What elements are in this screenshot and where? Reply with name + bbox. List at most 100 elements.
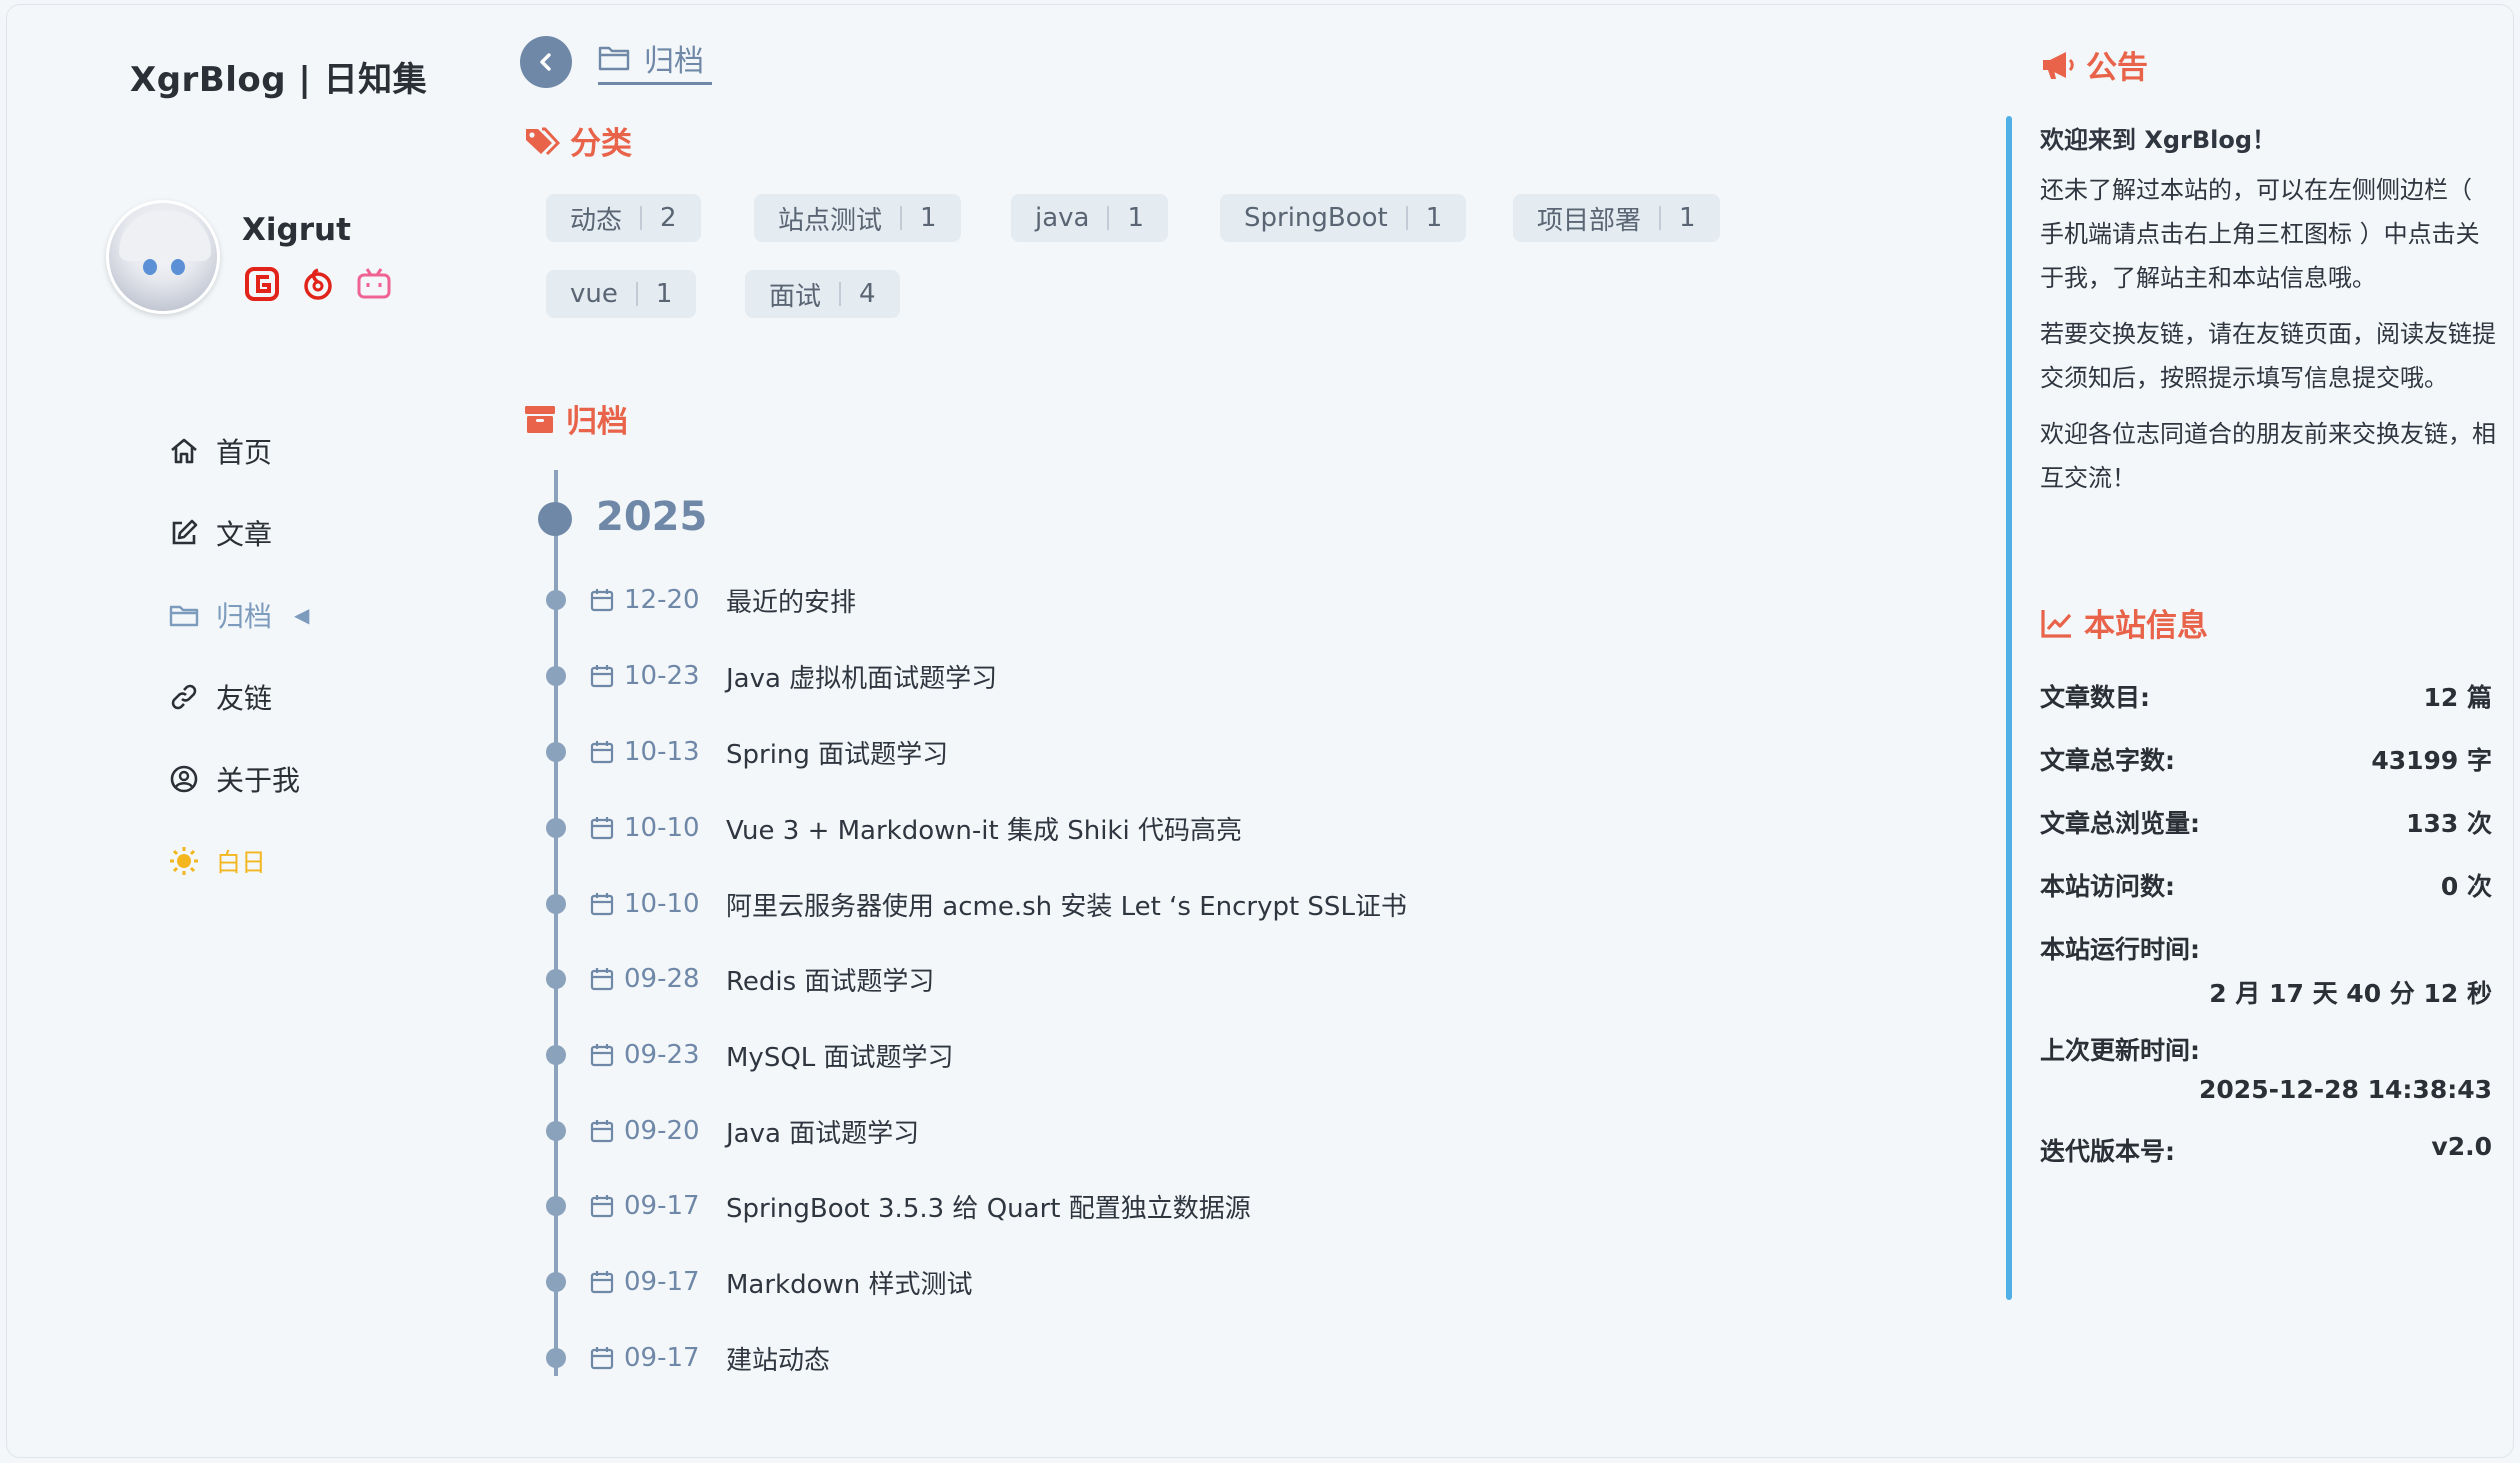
- post-title[interactable]: Markdown 样式测试: [726, 1264, 973, 1301]
- calendar-icon: [590, 665, 614, 688]
- sun-icon: [170, 847, 198, 875]
- archive-post[interactable]: 09-20 Java 面试题学习: [546, 1111, 919, 1151]
- nav-label: 归档: [216, 600, 273, 633]
- archive-post[interactable]: 09-17 SpringBoot 3.5.3 给 Quart 配置独立数据源: [546, 1186, 1251, 1226]
- notice-title: 公告: [2086, 50, 2148, 86]
- timeline-dot: [546, 1348, 566, 1368]
- archive-post[interactable]: 10-23 Java 虚拟机面试题学习: [546, 656, 997, 696]
- tags-icon: [526, 127, 560, 155]
- archive-post[interactable]: 09-28 Redis 面试题学习: [546, 959, 934, 999]
- timeline-dot: [546, 590, 566, 610]
- post-title[interactable]: Java 面试题学习: [726, 1113, 919, 1150]
- post-date: 09-17: [624, 1343, 700, 1373]
- tag-name: 动态: [570, 205, 623, 236]
- nav-item-links[interactable]: 友链: [168, 656, 309, 738]
- category-tag[interactable]: java 1: [1011, 194, 1169, 242]
- archive-post[interactable]: 10-10 Vue 3 + Markdown-it 集成 Shiki 代码高亮: [546, 808, 1242, 848]
- bilibili-icon[interactable]: [356, 266, 392, 302]
- timeline-dot: [546, 969, 566, 989]
- megaphone-icon: [2043, 51, 2074, 79]
- tag-count: 1: [1425, 203, 1443, 233]
- category-tag[interactable]: 站点测试 1: [754, 194, 961, 242]
- site-title[interactable]: XgrBlog | 日知集: [130, 52, 427, 101]
- archive-box-icon: [525, 405, 555, 433]
- stat-label: 本站访问数:: [2040, 872, 2175, 901]
- stat-value: 133 次: [2406, 809, 2492, 838]
- post-title[interactable]: Spring 面试题学习: [726, 734, 948, 771]
- notice-paragraph: 若要交换友链，请在友链页面，阅读友链提交须知后，按照提示填写信息提交哦。: [2040, 320, 2496, 392]
- nav-item-articles[interactable]: 文章: [168, 492, 309, 574]
- category-tag[interactable]: 项目部署 1: [1513, 194, 1720, 242]
- stats-heading: 本站信息: [2040, 600, 2208, 645]
- theme-label: 白日: [216, 848, 267, 877]
- post-date: 10-13: [624, 737, 700, 767]
- stat-label: 文章总浏览量:: [2040, 809, 2200, 838]
- line-chart-icon: [2041, 609, 2072, 638]
- nav-item-home[interactable]: 首页: [168, 410, 309, 492]
- stat-runtime: 本站运行时间: 2 月 17 天 40 分 12 秒: [2040, 930, 2492, 1010]
- stat-value: 2025-12-28 14:38:43: [2199, 1075, 2492, 1104]
- post-date: 09-28: [624, 964, 700, 994]
- post-title[interactable]: 建站动态: [726, 1340, 830, 1377]
- timeline-dot: [546, 894, 566, 914]
- archive-post[interactable]: 10-13 Spring 面试题学习: [546, 732, 948, 772]
- post-title[interactable]: SpringBoot 3.5.3 给 Quart 配置独立数据源: [726, 1188, 1251, 1225]
- nav-item-archive[interactable]: 归档 ◀: [168, 574, 309, 656]
- notice-welcome: 欢迎来到 XgrBlog！: [2040, 126, 2277, 154]
- category-tag[interactable]: SpringBoot 1: [1220, 194, 1467, 242]
- avatar[interactable]: [106, 200, 220, 314]
- nav-label: 文章: [216, 518, 273, 551]
- avatar-hair: [119, 211, 211, 261]
- archive-post[interactable]: 09-23 MySQL 面试题学习: [546, 1035, 954, 1075]
- netease-music-icon[interactable]: [300, 266, 336, 302]
- post-title[interactable]: Java 虚拟机面试题学习: [726, 658, 997, 695]
- theme-toggle[interactable]: 白日: [168, 820, 309, 902]
- post-date: 09-17: [624, 1267, 700, 1297]
- tab-archive[interactable]: 归档: [598, 34, 712, 85]
- notice-paragraph: 还未了解过本站的，可以在左侧侧边栏（ 手机端请点击右上角三杠图标 ）中点击关于我…: [2040, 176, 2480, 292]
- chevron-left-icon: [540, 53, 551, 71]
- year-dot: [538, 502, 572, 536]
- tag-divider: [1405, 206, 1408, 230]
- user-circle-icon: [170, 765, 198, 793]
- edit-icon: [172, 519, 198, 545]
- timeline-dot: [546, 1045, 566, 1065]
- tag-divider: [1107, 206, 1110, 230]
- post-title[interactable]: Redis 面试题学习: [726, 961, 934, 998]
- archive-post[interactable]: 09-17 建站动态: [546, 1338, 830, 1378]
- archive-post[interactable]: 09-17 Markdown 样式测试: [546, 1262, 973, 1302]
- calendar-icon: [590, 1195, 614, 1218]
- home-icon: [171, 438, 197, 464]
- tag-name: vue: [570, 279, 618, 309]
- timeline-dot: [546, 1272, 566, 1292]
- back-button[interactable]: [520, 36, 572, 88]
- tag-count: 1: [655, 279, 673, 309]
- post-title[interactable]: Vue 3 + Markdown-it 集成 Shiki 代码高亮: [726, 810, 1242, 847]
- category-tag[interactable]: vue 1: [546, 270, 697, 318]
- nav-item-about[interactable]: 关于我: [168, 738, 309, 820]
- calendar-icon: [590, 1120, 614, 1143]
- category-tag[interactable]: 动态 2: [546, 194, 701, 242]
- archive-title: 归档: [566, 404, 628, 440]
- tag-name: 面试: [769, 281, 822, 312]
- post-title[interactable]: MySQL 面试题学习: [726, 1037, 954, 1074]
- tag-divider: [640, 206, 643, 230]
- post-title[interactable]: 阿里云服务器使用 acme.sh 安装 Let ‘s Encrypt SSL证书: [726, 886, 1407, 923]
- calendar-icon: [590, 1044, 614, 1067]
- tag-count: 1: [920, 203, 937, 233]
- archive-post[interactable]: 12-20 最近的安排: [546, 580, 856, 620]
- archive-post[interactable]: 10-10 阿里云服务器使用 acme.sh 安装 Let ‘s Encrypt …: [546, 884, 1407, 924]
- post-title[interactable]: 最近的安排: [726, 582, 856, 619]
- post-date: 09-23: [624, 1040, 700, 1070]
- category-tag[interactable]: 面试 4: [745, 270, 900, 318]
- stat-label: 文章数目:: [2040, 683, 2150, 712]
- timeline-dot: [546, 1196, 566, 1216]
- folder-icon: [598, 46, 630, 71]
- tag-name: 站点测试: [778, 205, 883, 236]
- post-date: 10-23: [624, 661, 700, 691]
- nav-label: 友链: [216, 682, 273, 715]
- nav-label: 关于我: [216, 764, 301, 797]
- gitee-icon[interactable]: [244, 266, 280, 302]
- calendar-icon: [590, 893, 614, 916]
- calendar-icon: [590, 741, 614, 764]
